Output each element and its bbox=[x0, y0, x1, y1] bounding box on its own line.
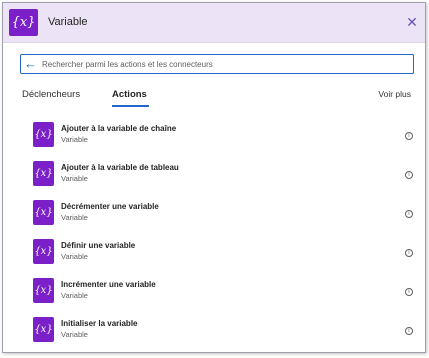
info-icon[interactable]: i bbox=[405, 249, 413, 257]
action-item-increment[interactable]: {x} Incrémenter une variable Variable i bbox=[3, 278, 425, 312]
action-title: Incrémenter une variable bbox=[61, 280, 156, 289]
variable-icon: {x} bbox=[33, 122, 54, 147]
active-tab-indicator bbox=[112, 105, 149, 107]
action-subtitle: Variable bbox=[61, 213, 88, 222]
action-item-decrement[interactable]: {x} Décrémenter une variable Variable i bbox=[3, 200, 425, 234]
action-subtitle: Variable bbox=[61, 291, 88, 300]
panel-title: Variable bbox=[48, 16, 88, 28]
variable-icon: {x} bbox=[33, 161, 54, 186]
action-subtitle: Variable bbox=[61, 330, 88, 339]
variable-icon: {x} bbox=[33, 317, 54, 342]
action-subtitle: Variable bbox=[61, 174, 88, 183]
close-icon[interactable]: ✕ bbox=[405, 15, 419, 29]
action-title: Initialiser la variable bbox=[61, 319, 138, 328]
action-item-initialize[interactable]: {x} Initialiser la variable Variable i bbox=[3, 317, 425, 351]
action-subtitle: Variable bbox=[61, 252, 88, 261]
variable-connector-panel: {x} Variable ✕ ← Déclencheurs Actions Vo… bbox=[2, 2, 426, 353]
info-icon[interactable]: i bbox=[405, 288, 413, 296]
variable-icon: {x} bbox=[33, 278, 54, 303]
variable-icon: {x} bbox=[33, 200, 54, 225]
info-icon[interactable]: i bbox=[405, 327, 413, 335]
action-item-set[interactable]: {x} Définir une variable Variable i bbox=[3, 239, 425, 273]
action-title: Ajouter à la variable de chaîne bbox=[61, 124, 177, 133]
see-more-link[interactable]: Voir plus bbox=[378, 89, 411, 99]
info-icon[interactable]: i bbox=[405, 210, 413, 218]
info-icon[interactable]: i bbox=[405, 132, 413, 140]
search-box: ← bbox=[20, 54, 414, 74]
action-subtitle: Variable bbox=[61, 135, 88, 144]
tab-actions[interactable]: Actions bbox=[112, 89, 147, 100]
search-input[interactable] bbox=[40, 59, 402, 69]
panel-header: {x} Variable ✕ bbox=[3, 3, 425, 43]
action-item-append-array[interactable]: {x} Ajouter à la variable de tableau Var… bbox=[3, 161, 425, 195]
action-title: Décrémenter une variable bbox=[61, 202, 159, 211]
variable-icon: {x} bbox=[9, 9, 38, 36]
action-title: Définir une variable bbox=[61, 241, 136, 250]
back-arrow-icon[interactable]: ← bbox=[24, 56, 40, 72]
action-item-append-string[interactable]: {x} Ajouter à la variable de chaîne Vari… bbox=[3, 122, 425, 156]
tab-triggers[interactable]: Déclencheurs bbox=[22, 89, 80, 100]
action-title: Ajouter à la variable de tableau bbox=[61, 163, 179, 172]
variable-icon: {x} bbox=[33, 239, 54, 264]
info-icon[interactable]: i bbox=[405, 171, 413, 179]
